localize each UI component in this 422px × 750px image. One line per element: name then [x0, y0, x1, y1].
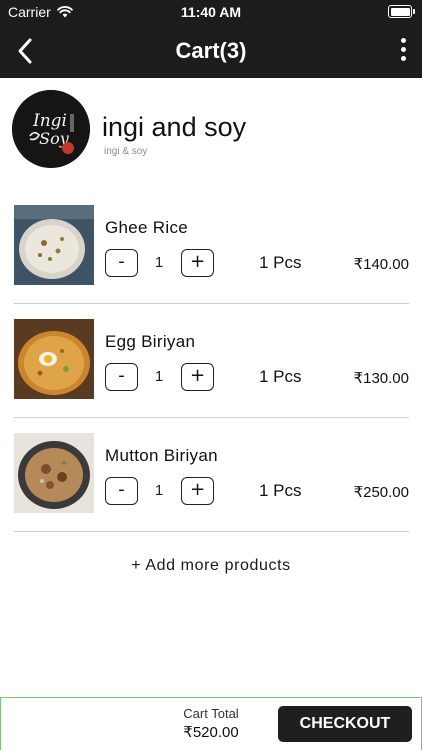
item-quantity: 1 — [154, 368, 164, 385]
cart-item: Mutton Biriyan - 1 + 1 Pcs ₹250.00 — [14, 418, 409, 532]
logo-text-top: Ingi — [32, 111, 67, 131]
item-name: Mutton Biriyan — [105, 446, 218, 465]
status-bar: Carrier 11:40 AM — [0, 0, 422, 24]
battery-icon — [388, 5, 415, 18]
item-price: ₹130.00 — [353, 370, 409, 387]
cart-item-list: Ghee Rice - 1 + 1 Pcs ₹140.00 Egg Biriya… — [14, 190, 409, 532]
restaurant-name: ingi and soy — [102, 112, 247, 142]
item-image-egg-biriyan — [14, 319, 94, 399]
checkout-button[interactable]: CHECKOUT — [278, 706, 412, 742]
cart-screen: Carrier 11:40 AM Cart(3) Ingi Soy ingi a… — [0, 0, 422, 750]
restaurant-header: Ingi Soy ingi and soy ingi & soy — [12, 90, 410, 170]
restaurant-logo: Ingi Soy — [12, 90, 90, 168]
item-quantity: 1 — [154, 254, 164, 271]
cart-item: Egg Biriyan - 1 + 1 Pcs ₹130.00 — [14, 304, 409, 418]
increase-quantity-button[interactable]: + — [181, 477, 214, 505]
item-unit: 1 Pcs — [259, 367, 302, 386]
cart-item: Ghee Rice - 1 + 1 Pcs ₹140.00 — [14, 190, 409, 304]
vertical-ellipsis-icon — [398, 38, 408, 61]
item-quantity: 1 — [154, 482, 164, 499]
increase-quantity-button[interactable]: + — [181, 249, 214, 277]
cart-footer: Cart Total ₹520.00 CHECKOUT — [0, 697, 422, 750]
decrease-quantity-button[interactable]: - — [105, 249, 138, 277]
restaurant-subtitle: ingi & soy — [104, 146, 148, 157]
decrease-quantity-button[interactable]: - — [105, 363, 138, 391]
increase-quantity-button[interactable]: + — [181, 363, 214, 391]
cart-total-value: ₹520.00 — [183, 724, 239, 741]
item-price: ₹140.00 — [353, 256, 409, 273]
cart-total-label: Cart Total — [183, 706, 239, 721]
page-title: Cart(3) — [175, 38, 247, 63]
item-unit: 1 Pcs — [259, 481, 302, 500]
item-image-mutton-biriyan — [14, 433, 94, 513]
item-name: Egg Biriyan — [105, 332, 196, 351]
item-name: Ghee Rice — [105, 218, 189, 237]
status-time: 11:40 AM — [180, 4, 242, 20]
more-options-button[interactable] — [398, 38, 408, 64]
item-unit: 1 Pcs — [259, 253, 302, 272]
item-price: ₹250.00 — [353, 484, 409, 501]
item-image-ghee-rice — [14, 205, 94, 285]
add-more-products-link[interactable]: + Add more products — [0, 557, 422, 575]
decrease-quantity-button[interactable]: - — [105, 477, 138, 505]
nav-bar: Cart(3) — [0, 24, 422, 78]
